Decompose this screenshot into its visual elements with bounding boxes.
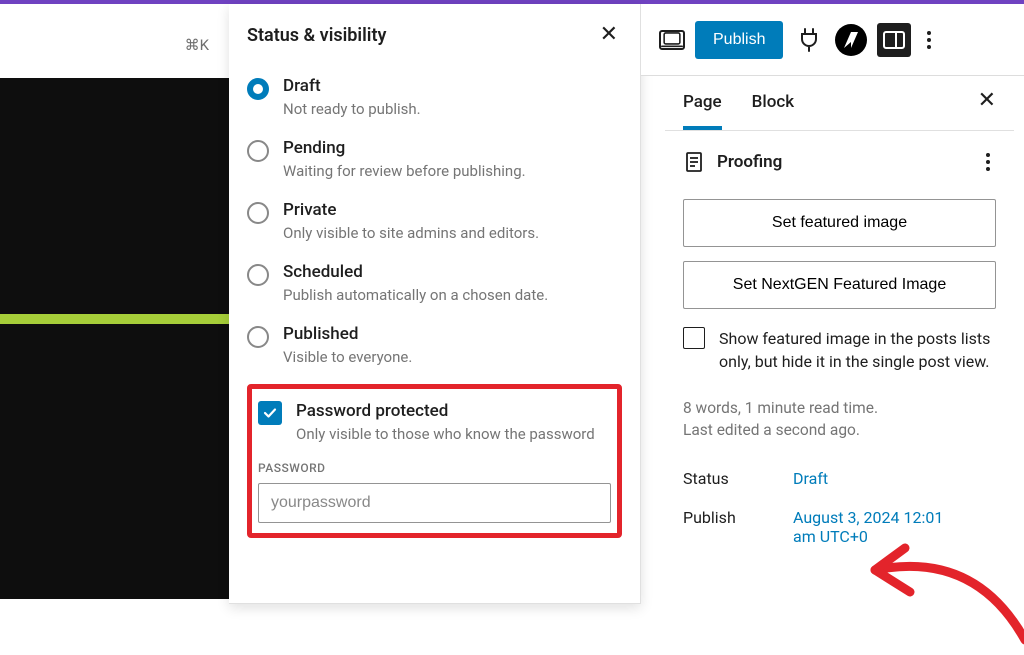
status-option-label: Draft xyxy=(283,76,421,96)
status-option-desc: Not ready to publish. xyxy=(283,100,421,118)
sidebar-toggle-icon[interactable] xyxy=(877,23,911,57)
password-field-label: Password xyxy=(258,461,611,475)
more-options-icon[interactable] xyxy=(980,147,996,177)
status-option-label: Scheduled xyxy=(283,262,548,282)
theme-icon[interactable] xyxy=(835,24,867,56)
status-option-label: Private xyxy=(283,200,539,220)
page-title: Proofing xyxy=(717,152,968,172)
status-key: Status xyxy=(683,469,773,488)
editor-canvas-dark xyxy=(0,78,229,599)
last-edited: Last edited a second ago. xyxy=(665,419,1014,441)
page-summary-row: Proofing xyxy=(665,131,1014,193)
status-option-private[interactable]: Private Only visible to site admins and … xyxy=(247,190,622,252)
set-nextgen-featured-button[interactable]: Set NextGEN Featured Image xyxy=(683,261,996,309)
password-input[interactable] xyxy=(258,483,611,523)
status-visibility-popover: Status & visibility ✕ Draft Not ready to… xyxy=(229,4,641,604)
radio-icon[interactable] xyxy=(247,202,269,224)
status-value[interactable]: Draft xyxy=(793,469,828,488)
sidebar-tabs: Page Block ✕ xyxy=(665,76,1014,131)
status-option-scheduled[interactable]: Scheduled Publish automatically on a cho… xyxy=(247,252,622,314)
close-icon[interactable]: ✕ xyxy=(596,20,622,50)
password-protected-label: Password protected xyxy=(296,401,595,421)
publish-key: Publish xyxy=(683,508,773,546)
editor-canvas-accent xyxy=(0,314,229,324)
hide-single-label: Show featured image in the posts lists o… xyxy=(719,327,996,373)
plugin-icon[interactable] xyxy=(793,24,825,56)
publish-value[interactable]: August 3, 2024 12:01 am UTC+0 xyxy=(793,508,963,546)
more-options-icon[interactable] xyxy=(921,25,937,55)
laptop-icon[interactable] xyxy=(659,30,685,50)
check-icon xyxy=(262,405,278,421)
radio-icon[interactable] xyxy=(247,140,269,162)
status-option-desc: Publish automatically on a chosen date. xyxy=(283,286,548,304)
password-protected-checkbox[interactable] xyxy=(258,401,282,425)
command-shortcut: ⌘K xyxy=(185,36,209,54)
status-option-published[interactable]: Published Visible to everyone. xyxy=(247,314,622,376)
publish-button[interactable]: Publish xyxy=(695,21,783,59)
radio-icon[interactable] xyxy=(247,78,269,100)
status-option-draft[interactable]: Draft Not ready to publish. xyxy=(247,66,622,128)
radio-icon[interactable] xyxy=(247,326,269,348)
tab-block[interactable]: Block xyxy=(752,92,794,130)
word-count: 8 words, 1 minute read time. xyxy=(665,397,1014,419)
radio-icon[interactable] xyxy=(247,264,269,286)
status-option-desc: Visible to everyone. xyxy=(283,348,412,366)
popover-title: Status & visibility xyxy=(247,25,386,46)
password-protected-desc: Only visible to those who know the passw… xyxy=(296,425,595,443)
document-icon xyxy=(683,151,705,173)
close-icon[interactable]: ✕ xyxy=(978,88,996,113)
status-option-label: Published xyxy=(283,324,412,344)
status-option-label: Pending xyxy=(283,138,526,158)
status-option-pending[interactable]: Pending Waiting for review before publis… xyxy=(247,128,622,190)
editor-header: Publish xyxy=(641,4,1024,76)
status-option-desc: Waiting for review before publishing. xyxy=(283,162,526,180)
tab-page[interactable]: Page xyxy=(683,92,722,130)
set-featured-image-button[interactable]: Set featured image xyxy=(683,199,996,247)
settings-sidebar: Page Block ✕ Proofing Set featured image… xyxy=(665,76,1014,655)
password-section-highlight: Password protected Only visible to those… xyxy=(247,384,622,538)
hide-single-checkbox[interactable] xyxy=(683,327,705,349)
status-option-desc: Only visible to site admins and editors. xyxy=(283,224,539,242)
